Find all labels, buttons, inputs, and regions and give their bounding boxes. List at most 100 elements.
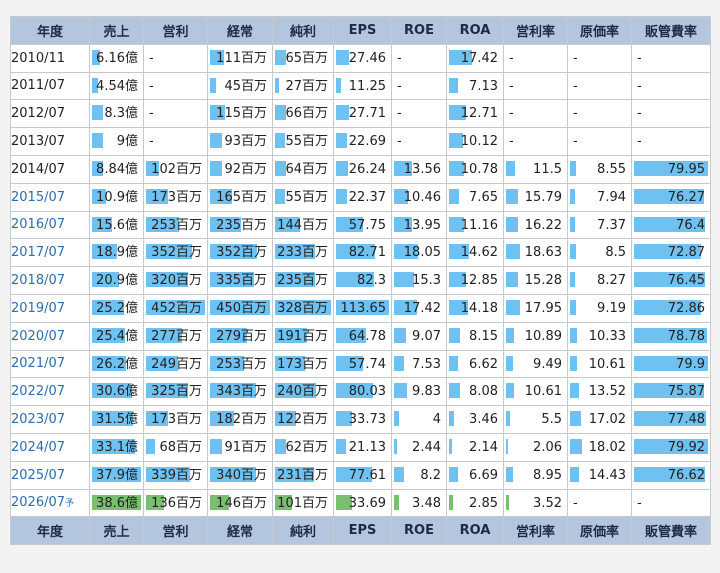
cell-net-profit: 66百万	[272, 99, 334, 129]
column-header-op-profit: 営利	[143, 16, 208, 45]
fiscal-year-link[interactable]: 2026/07	[11, 495, 65, 510]
cell-value: 14.43	[588, 467, 626, 483]
cell-value: 27.46	[348, 50, 386, 66]
value-bar	[449, 77, 459, 93]
cell-value: 37.9億	[96, 467, 138, 483]
cell-cost-ratio: 8.55	[567, 154, 632, 184]
value-bar	[449, 188, 460, 204]
cell-ordinary-profit: 450百万	[207, 293, 273, 323]
value-bar	[506, 216, 519, 232]
value-bar	[275, 133, 285, 149]
column-header-cost-ratio: 原価率	[567, 16, 632, 45]
fiscal-year-link[interactable]: 2015/07	[11, 190, 65, 205]
cell-op-margin: -	[503, 43, 568, 73]
fiscal-year-cell: 2010/11	[10, 43, 90, 73]
fiscal-year-link[interactable]: 2019/07	[11, 301, 65, 316]
fiscal-year-cell[interactable]: 2018/07	[10, 266, 90, 295]
fiscal-year-link[interactable]: 2023/07	[11, 412, 65, 427]
cell-ordinary-profit: 91百万	[207, 432, 273, 462]
cell-op-profit: -	[143, 127, 208, 156]
cell-sales: 4.54億	[89, 71, 144, 101]
value-bar	[336, 188, 347, 204]
value-bar	[506, 383, 515, 399]
cell-value: -	[637, 106, 642, 122]
fiscal-year-link[interactable]: 2025/07	[11, 468, 65, 483]
cell-value: 240百万	[277, 384, 328, 400]
cell-value: 343百万	[216, 384, 267, 400]
fiscal-year-link[interactable]: 2017/07	[11, 245, 65, 260]
cell-value: -	[149, 78, 154, 94]
cell-value: 68百万	[159, 439, 202, 455]
value-bar	[92, 105, 103, 121]
fiscal-year-cell[interactable]: 2017/07	[10, 238, 90, 268]
fiscal-year-label: 2014/07	[11, 161, 66, 177]
cell-cost-ratio: -	[567, 71, 632, 101]
cell-sga-ratio: 77.48	[631, 405, 711, 434]
cell-value: 17.42	[403, 300, 441, 316]
fiscal-year-cell[interactable]: 2015/07	[10, 182, 90, 212]
value-bar	[449, 466, 458, 482]
cell-value: -	[509, 134, 514, 150]
cell-value: 102百万	[151, 161, 202, 177]
cell-value: 115百万	[216, 106, 267, 122]
value-bar	[506, 355, 514, 371]
cell-value: 10.61	[588, 356, 626, 372]
cell-ordinary-profit: 165百万	[207, 182, 273, 212]
value-bar	[570, 272, 576, 288]
fiscal-year-link[interactable]: 2016/07	[11, 217, 65, 232]
fiscal-year-link[interactable]: 2024/07	[11, 440, 65, 455]
fiscal-year-link[interactable]: 2020/07	[11, 329, 65, 344]
cell-net-profit: 240百万	[272, 377, 334, 407]
cell-net-profit: 122百万	[272, 405, 334, 434]
column-header-year: 年度	[10, 516, 90, 546]
cell-op-profit: 452百万	[143, 293, 208, 323]
cell-roe: -	[391, 43, 447, 73]
fiscal-year-link[interactable]: 2022/07	[11, 384, 65, 399]
cell-op-margin: 9.49	[503, 349, 568, 379]
value-bar	[210, 160, 222, 176]
fiscal-year-cell[interactable]: 2019/07	[10, 293, 90, 323]
fiscal-year-cell[interactable]: 2022/07	[10, 377, 90, 407]
cell-value: 173百万	[151, 189, 202, 205]
cell-value: 10.61	[524, 384, 562, 400]
cell-net-profit: 191百万	[272, 321, 334, 351]
cell-value: 15.28	[524, 273, 562, 289]
cell-value: 25.2億	[96, 300, 138, 316]
cell-roe: 18.05	[391, 238, 447, 268]
cell-ordinary-profit: 253百万	[207, 349, 273, 379]
fiscal-year-cell[interactable]: 2023/07	[10, 405, 90, 434]
cell-net-profit: 235百万	[272, 266, 334, 295]
cell-value: 9.07	[412, 328, 441, 344]
cell-roe: 2.44	[391, 432, 447, 462]
cell-eps: 27.71	[333, 99, 392, 129]
cell-roa: 14.62	[446, 238, 504, 268]
cell-roe: -	[391, 71, 447, 101]
fiscal-year-cell[interactable]: 2016/07	[10, 210, 90, 240]
cell-op-margin: 15.28	[503, 266, 568, 295]
fiscal-year-cell[interactable]: 2024/07	[10, 432, 90, 462]
fiscal-year-cell[interactable]: 2020/07	[10, 321, 90, 351]
cell-value: 2.44	[412, 439, 441, 455]
cell-value: 12.85	[460, 273, 498, 289]
fiscal-year-cell[interactable]: 2026/07予	[10, 488, 90, 518]
cell-value: 4.54億	[96, 78, 138, 94]
fiscal-year-cell[interactable]: 2025/07	[10, 460, 90, 490]
cell-eps: 57.75	[333, 210, 392, 240]
cell-cost-ratio: 10.33	[567, 321, 632, 351]
cell-roa: 2.14	[446, 432, 504, 462]
cell-op-profit: 339百万	[143, 460, 208, 490]
fiscal-year-link[interactable]: 2018/07	[11, 273, 65, 288]
cell-op-margin: -	[503, 127, 568, 156]
value-bar	[146, 438, 155, 454]
fiscal-year-label: 2012/07	[11, 106, 66, 122]
cell-op-profit: 102百万	[143, 154, 208, 184]
table-row: 2010/11 6.16億 -111百万 65百万 27.46-17.42- - -	[10, 43, 711, 73]
cell-ordinary-profit: 182百万	[207, 405, 273, 434]
fiscal-year-cell[interactable]: 2021/07	[10, 349, 90, 379]
cell-op-profit: -	[143, 43, 208, 73]
cell-ordinary-profit: 45百万	[207, 71, 273, 101]
fiscal-year-link[interactable]: 2021/07	[11, 356, 65, 371]
value-bar	[570, 466, 580, 482]
cell-value: 235百万	[216, 217, 267, 233]
cell-value: 11.16	[460, 217, 498, 233]
